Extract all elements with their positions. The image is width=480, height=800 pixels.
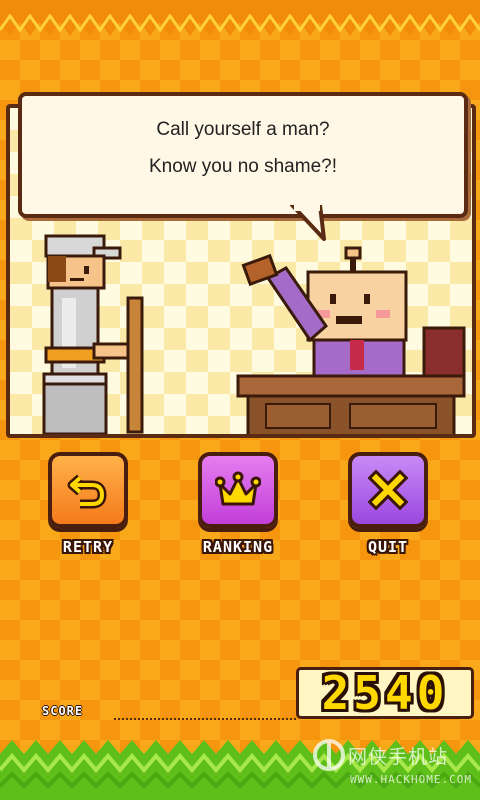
speech-bubble: Call yourself a man? Know you no shame?! (18, 92, 468, 218)
score-value: 2540 (321, 666, 449, 720)
score-label: SCORE (42, 704, 84, 718)
undo-arrow-icon (67, 474, 107, 509)
retry-button[interactable] (48, 452, 128, 528)
crown-icon (215, 471, 261, 506)
boss-character (236, 246, 466, 434)
retry-label: RETRY (62, 538, 114, 556)
x-icon (368, 470, 408, 510)
dialogue-line-2: Know you no shame?! (148, 156, 337, 177)
quit-button[interactable] (348, 452, 428, 528)
score-display: 2540 (296, 667, 474, 719)
worker-character (42, 234, 144, 434)
quit-label: QUIT (367, 538, 409, 556)
ranking-label: RANKING (202, 538, 274, 556)
speech-bubble-tail (290, 205, 326, 241)
ranking-button[interactable] (198, 452, 278, 528)
watermark-text: 网侠手机站 (348, 746, 449, 768)
game-screen: Call yourself a man? Know you no shame?!… (0, 0, 480, 800)
score-divider (114, 718, 296, 720)
watermark-url: WWW.HACKHOME.COM (350, 773, 472, 786)
dialogue-line-1: Call yourself a man? (156, 119, 330, 140)
top-zigzag-border (0, 0, 480, 36)
watermark-logo (313, 739, 345, 771)
